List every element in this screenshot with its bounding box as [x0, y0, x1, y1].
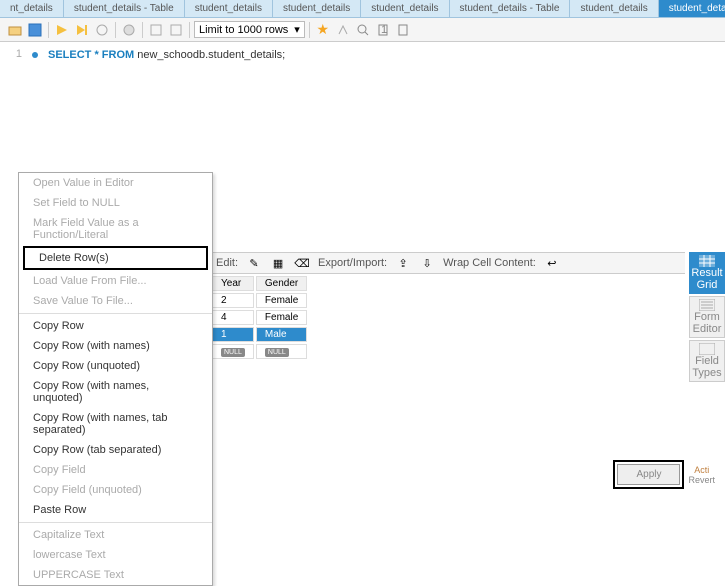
explain-icon[interactable] [93, 21, 111, 39]
table-row[interactable]: 2Female [212, 293, 307, 308]
export-icon[interactable]: ⇪ [395, 255, 411, 271]
limit-dropdown[interactable]: Limit to 1000 rows ▾ [194, 21, 305, 38]
open-file-icon[interactable] [6, 21, 24, 39]
grid-icon [699, 255, 715, 267]
menu-copy-row-unq[interactable]: Copy Row (unquoted) [19, 356, 212, 376]
limit-label: Limit to 1000 rows [199, 24, 288, 36]
action-label: Acti [694, 465, 709, 475]
menu-delete-rows[interactable]: Delete Row(s) [25, 248, 206, 268]
form-icon [699, 299, 715, 311]
menu-lowercase[interactable]: lowercase Text [19, 545, 212, 565]
svg-text:1: 1 [381, 24, 387, 36]
wrap-label: Wrap Cell Content: [443, 257, 536, 269]
tab-7[interactable]: student_details [659, 0, 725, 17]
menu-copy-field[interactable]: Copy Field [19, 460, 212, 480]
menu-copy-row-names[interactable]: Copy Row (with names) [19, 336, 212, 356]
execute-icon[interactable] [53, 21, 71, 39]
menu-paste-row[interactable]: Paste Row [19, 500, 212, 520]
main-toolbar: Limit to 1000 rows ▾ ★ 1 [0, 18, 725, 42]
chevron-down-icon: ▾ [294, 23, 300, 36]
wrap-icon[interactable]: ↩ [544, 255, 560, 271]
sql-editor[interactable]: 1 SELECT * FROM new_schoodb.student_deta… [0, 42, 725, 68]
apply-bar: Apply Acti Revert [613, 460, 715, 489]
menu-save-file[interactable]: Save Value To File... [19, 291, 212, 311]
import-icon[interactable]: ⇩ [419, 255, 435, 271]
find-icon[interactable] [334, 21, 352, 39]
menu-load-file[interactable]: Load Value From File... [19, 271, 212, 291]
result-toolbar: Edit: ✎ ▦ ⌫ Export/Import: ⇪ ⇩ Wrap Cell… [210, 252, 685, 274]
tab-5[interactable]: student_details - Table [450, 0, 571, 17]
tab-6[interactable]: student_details [570, 0, 658, 17]
result-grid[interactable]: Year Gender 2Female 4Female 1Male NULL N… [210, 274, 309, 361]
tab-2[interactable]: student_details [185, 0, 273, 17]
menu-uppercase[interactable]: UPPERCASE Text [19, 565, 212, 585]
menu-copy-row-tab2[interactable]: Copy Row (tab separated) [19, 440, 212, 460]
line-number: 1 [10, 48, 22, 60]
stop-icon[interactable] [120, 21, 138, 39]
menu-copy-row-names-unq[interactable]: Copy Row (with names, unquoted) [19, 376, 212, 408]
save-icon[interactable] [26, 21, 44, 39]
menu-copy-row[interactable]: Copy Row [19, 316, 212, 336]
export-label: Export/Import: [318, 257, 387, 269]
beautify-icon[interactable]: ★ [314, 21, 332, 39]
context-menu: Open Value in Editor Set Field to NULL M… [18, 172, 213, 586]
commit-icon[interactable] [147, 21, 165, 39]
menu-capitalize[interactable]: Capitalize Text [19, 525, 212, 545]
edit-label: Edit: [216, 257, 238, 269]
menu-copy-row-tab[interactable]: Copy Row (with names, tab separated) [19, 408, 212, 440]
menu-open-value[interactable]: Open Value in Editor [19, 173, 212, 193]
menu-copy-field-unq[interactable]: Copy Field (unquoted) [19, 480, 212, 500]
types-icon [699, 343, 715, 355]
tab-1[interactable]: student_details - Table [64, 0, 185, 17]
table-row[interactable]: 4Female [212, 310, 307, 325]
col-year[interactable]: Year [212, 276, 254, 291]
apply-button[interactable]: Apply [617, 464, 680, 485]
rollback-icon[interactable] [167, 21, 185, 39]
tabs-bar: nt_details student_details - Table stude… [0, 0, 725, 18]
sql-text: SELECT * FROM new_schoodb.student_detail… [48, 48, 285, 62]
form-editor-button[interactable]: Form Editor [689, 296, 725, 338]
tab-4[interactable]: student_details [361, 0, 449, 17]
field-types-button[interactable]: Field Types [689, 340, 725, 382]
toggle-1-icon[interactable]: 1 [374, 21, 392, 39]
edit-grid-icon[interactable]: ▦ [270, 255, 286, 271]
toggle-2-icon[interactable] [394, 21, 412, 39]
edit-icon[interactable]: ✎ [246, 255, 262, 271]
table-row[interactable]: NULL NULL [212, 344, 307, 359]
execute-step-icon[interactable] [73, 21, 91, 39]
tab-0[interactable]: nt_details [0, 0, 64, 17]
breakpoint-dot [32, 52, 38, 58]
table-row[interactable]: 1Male [212, 327, 307, 342]
menu-mark-func[interactable]: Mark Field Value as a Function/Literal [19, 213, 212, 245]
search-icon[interactable] [354, 21, 372, 39]
revert-label: Revert [688, 475, 715, 485]
side-panel: Result Grid Form Editor Field Types [689, 252, 725, 382]
result-grid-button[interactable]: Result Grid [689, 252, 725, 294]
edit-del-icon[interactable]: ⌫ [294, 255, 310, 271]
col-gender[interactable]: Gender [256, 276, 307, 291]
tab-3[interactable]: student_details [273, 0, 361, 17]
menu-set-null[interactable]: Set Field to NULL [19, 193, 212, 213]
